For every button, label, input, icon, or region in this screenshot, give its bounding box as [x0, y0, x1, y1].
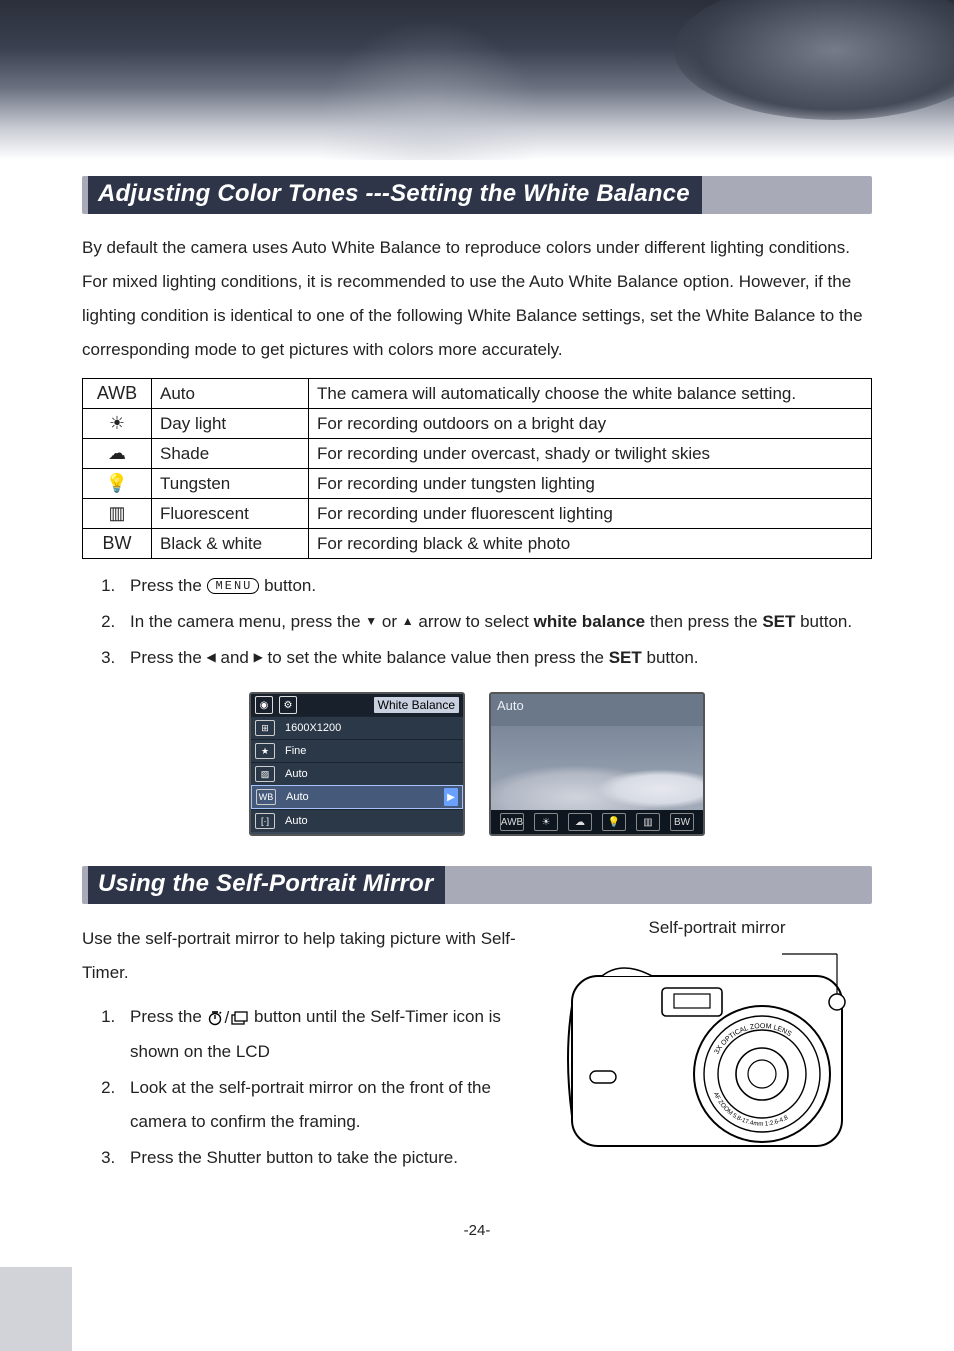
section-heading-bar: Adjusting Color Tones ---Setting the Whi…	[82, 176, 872, 214]
wb-strip-icon: ▥	[636, 813, 660, 831]
lcd-menu-screenshot: ◉ ⚙ White Balance ⊞1600X1200★Fine▨AutoWB…	[249, 692, 465, 836]
mirror-step-2: Look at the self-portrait mirror on the …	[120, 1071, 542, 1139]
wb-desc-cell: For recording under fluorescent lighting	[309, 499, 872, 529]
wb-strip-icon: ☁	[568, 813, 592, 831]
wb-name-cell: Fluorescent	[152, 499, 309, 529]
lcd-row-value: Auto	[285, 815, 308, 827]
lcd-row-icon: ⊞	[255, 720, 275, 736]
wb-icon-cell: ☁	[83, 439, 152, 469]
section-heading-bar-2: Using the Self-Portrait Mirror	[82, 866, 872, 904]
diagram-caption: Self-portrait mirror	[562, 918, 872, 938]
wb-name-cell: Shade	[152, 439, 309, 469]
wb-icon-cell: ☀	[83, 409, 152, 439]
page-number: -24-	[82, 1222, 872, 1239]
wb-strip-icon: BW	[670, 813, 694, 831]
table-row: ☀Day lightFor recording outdoors on a br…	[83, 409, 872, 439]
lcd-row-icon: [·]	[255, 813, 275, 829]
wb-name-cell: Black & white	[152, 529, 309, 559]
self-portrait-diagram: Self-portrait mirror	[562, 918, 872, 1166]
step-3: Press the ◀ and ▶ to set the white balan…	[120, 641, 872, 675]
lcd-menu-row: ▨ Auto	[251, 762, 463, 785]
lcd-row-value: Auto	[286, 791, 309, 803]
lcd-row-arrow-icon: ▶	[444, 788, 458, 806]
lcd-row-icon: ★	[255, 743, 275, 759]
lcd-menu-row: ★ Fine	[251, 739, 463, 762]
wb-icon-cell: AWB	[83, 379, 152, 409]
menu-button-keycap: MENU	[207, 578, 260, 594]
wb-desc-cell: For recording under tungsten lighting	[309, 469, 872, 499]
table-row: BWBlack & whiteFor recording black & whi…	[83, 529, 872, 559]
wb-desc-cell: The camera will automatically choose the…	[309, 379, 872, 409]
table-row: ▥FluorescentFor recording under fluoresc…	[83, 499, 872, 529]
lcd-title: White Balance	[374, 697, 459, 713]
timer-continuous-icon: /	[207, 1001, 250, 1035]
white-balance-table: AWBAutoThe camera will automatically cho…	[82, 378, 872, 559]
lcd-preview-image	[491, 726, 703, 810]
wb-desc-cell: For recording outdoors on a bright day	[309, 409, 872, 439]
section-heading: Adjusting Color Tones ---Setting the Whi…	[88, 176, 702, 214]
down-arrow-icon: ▼	[365, 609, 377, 633]
lcd-menu-row: [·] Auto	[251, 809, 463, 832]
table-row: ☁ShadeFor recording under overcast, shad…	[83, 439, 872, 469]
lcd-menu-row: ⊞ 1600X1200	[251, 716, 463, 739]
wb-icon-cell: 💡	[83, 469, 152, 499]
lcd-wb-strip: AWB ☀ ☁ 💡 ▥ BW	[491, 810, 703, 834]
white-balance-steps: Press the MENU button. In the camera men…	[82, 569, 872, 675]
wb-icon-cell: BW	[83, 529, 152, 559]
wb-desc-cell: For recording black & white photo	[309, 529, 872, 559]
wb-name-cell: Tungsten	[152, 469, 309, 499]
intro-paragraph: By default the camera uses Auto White Ba…	[82, 231, 872, 367]
camera-mode-icon: ◉	[255, 696, 273, 714]
mirror-intro: Use the self-portrait mirror to help tak…	[82, 922, 542, 990]
lcd-row-icon: WB	[256, 789, 276, 805]
wb-icon-cell: ▥	[83, 499, 152, 529]
left-arrow-icon: ◀	[207, 645, 216, 669]
lcd-row-value: Fine	[285, 745, 306, 757]
section-heading-2: Using the Self-Portrait Mirror	[88, 866, 445, 904]
header-banner	[0, 0, 954, 160]
lcd-examples: ◉ ⚙ White Balance ⊞1600X1200★Fine▨AutoWB…	[82, 692, 872, 836]
mirror-steps: Press the / button until the Self-Timer …	[82, 1000, 542, 1175]
wb-desc-cell: For recording under overcast, shady or t…	[309, 439, 872, 469]
wb-strip-icon: 💡	[602, 813, 626, 831]
lcd-preview-screenshot: Auto AWB ☀ ☁ 💡 ▥ BW	[489, 692, 705, 836]
wb-name-cell: Day light	[152, 409, 309, 439]
lcd-row-icon: ▨	[255, 766, 275, 782]
lcd-row-value: 1600X1200	[285, 722, 341, 734]
mirror-step-1: Press the / button until the Self-Timer …	[120, 1000, 542, 1069]
lcd-menu-row: WB Auto ▶	[251, 785, 463, 809]
step-1: Press the MENU button.	[120, 569, 872, 603]
right-arrow-icon: ▶	[254, 645, 263, 669]
wb-strip-icon: ☀	[534, 813, 558, 831]
mirror-step-3: Press the Shutter button to take the pic…	[120, 1141, 542, 1175]
setup-mode-icon: ⚙	[279, 696, 297, 714]
table-row: AWBAutoThe camera will automatically cho…	[83, 379, 872, 409]
page-left-tab	[0, 1267, 72, 1351]
lcd-preview-label: Auto	[497, 698, 524, 713]
step-2: In the camera menu, press the ▼ or ▲ arr…	[120, 605, 872, 639]
lcd-row-value: Auto	[285, 768, 308, 780]
wb-strip-icon: AWB	[500, 813, 524, 831]
table-row: 💡TungstenFor recording under tungsten li…	[83, 469, 872, 499]
up-arrow-icon: ▲	[402, 609, 414, 633]
wb-name-cell: Auto	[152, 379, 309, 409]
